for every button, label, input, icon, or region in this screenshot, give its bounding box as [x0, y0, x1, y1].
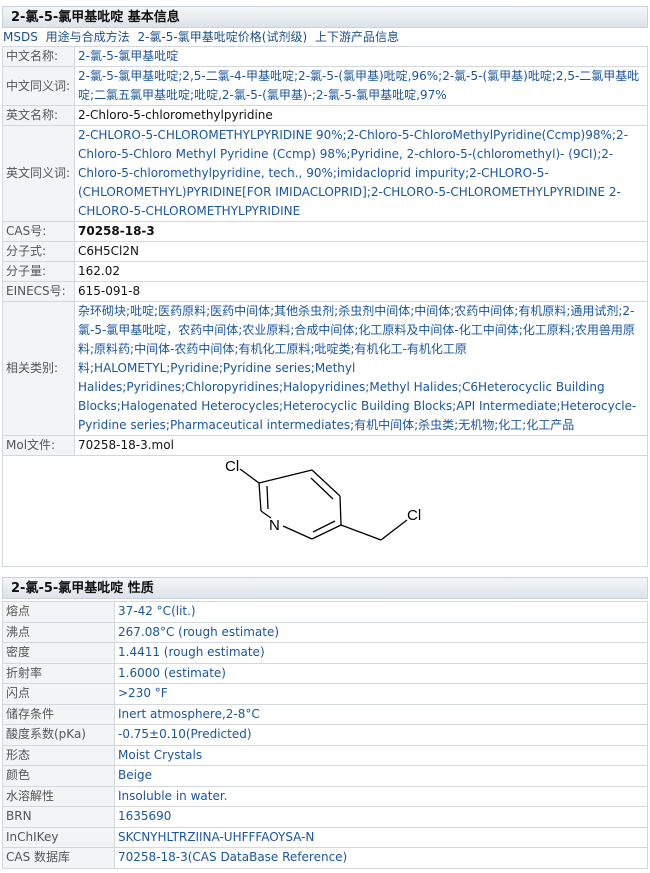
english-synonyms-value: 2-CHLORO-5-CHLOROMETHYLPYRIDINE 90%;2-Ch…: [74, 125, 648, 222]
table-row: BRN 1635690: [2, 806, 648, 828]
row-label: CAS号:: [2, 221, 75, 242]
row-label: 相关类别:: [2, 301, 75, 436]
property-label: 酸度系数(pKa): [2, 724, 115, 746]
table-row: CAS号: 70258-18-3: [2, 221, 648, 242]
table-row: 密度 1.4411 (rough estimate): [2, 642, 648, 664]
property-label: 储存条件: [2, 703, 115, 725]
table-row: 酸度系数(pKa) -0.75±0.10(Predicted): [2, 724, 648, 746]
property-value: 1.4411 (rough estimate): [114, 642, 648, 664]
table-row: EINECS号: 615-091-8: [2, 281, 648, 302]
upstream-downstream-link[interactable]: 上下游产品信息: [315, 30, 399, 44]
table-row: 相关类别: 杂环砌块;吡啶;医药原料;医药中间体;其他杀虫剂;杀虫剂中间体;中间…: [2, 301, 648, 436]
property-label: 折射率: [2, 662, 115, 684]
row-label: 分子量:: [2, 261, 75, 282]
property-value: 1.6000 (estimate): [114, 662, 648, 684]
row-label: Mol文件:: [2, 435, 75, 456]
structure-cell: Cl N Cl: [2, 455, 648, 567]
mol-file-link[interactable]: 70258-18-3.mol: [78, 438, 174, 452]
table-row: 分子式: C6H5Cl2N: [2, 241, 648, 262]
table-row: 形态 Moist Crystals: [2, 744, 648, 766]
property-label: CAS 数据库: [2, 847, 115, 869]
property-label: 形态: [2, 744, 115, 766]
property-value: SKCNYHLTRZIINA-UHFFFAOYSA-N: [114, 826, 648, 848]
row-label: 中文同义词:: [2, 66, 75, 106]
table-row: 中文同义词: 2-氯-5-氯甲基吡啶;2,5-二氯-4-甲基吡啶;2-氯-5-(…: [2, 66, 648, 106]
property-value: Insoluble in water.: [114, 785, 648, 807]
price-link[interactable]: 2-氯-5-氯甲基吡啶价格(试剂级): [138, 30, 308, 44]
einecs-value: 615-091-8: [74, 281, 648, 302]
row-label: EINECS号:: [2, 281, 75, 302]
chinese-name-value: 2-氯-5-氯甲基吡啶: [74, 46, 648, 67]
property-value: 1635690: [114, 806, 648, 828]
property-value: Moist Crystals: [114, 744, 648, 766]
table-row: 英文同义词: 2-CHLORO-5-CHLOROMETHYLPYRIDINE 9…: [2, 125, 648, 222]
molecular-weight-value: 162.02: [74, 261, 648, 282]
related-links: MSDS 用途与合成方法 2-氯-5-氯甲基吡啶价格(试剂级) 上下游产品信息: [0, 29, 650, 45]
property-label: 水溶解性: [2, 785, 115, 807]
property-value: 37-42 °C(lit.): [114, 601, 648, 623]
property-label: 闪点: [2, 683, 115, 705]
msds-link[interactable]: MSDS: [3, 30, 38, 44]
nitrogen-label: N: [269, 517, 280, 534]
table-row: Cl N Cl: [2, 455, 648, 567]
usage-synthesis-link[interactable]: 用途与合成方法: [46, 30, 130, 44]
table-row: Mol文件: 70258-18-3.mol: [2, 435, 648, 456]
chinese-synonyms-value: 2-氯-5-氯甲基吡啶;2,5-二氯-4-甲基吡啶;2-氯-5-(氯甲基)吡啶,…: [74, 66, 648, 106]
row-label: 中文名称:: [2, 46, 75, 67]
property-value: >230 °F: [114, 683, 648, 705]
property-value: Inert atmosphere,2-8°C: [114, 703, 648, 725]
table-row: 折射率 1.6000 (estimate): [2, 662, 648, 684]
table-row: CAS 数据库 70258-18-3(CAS DataBase Reference…: [2, 847, 648, 869]
properties-table: 熔点 37-42 °C(lit.) 沸点 267.08°C (rough estima…: [2, 601, 648, 869]
structure-diagram: Cl N Cl: [225, 458, 421, 541]
property-label: 沸点: [2, 621, 115, 643]
property-label: 熔点: [2, 601, 115, 623]
property-value: 70258-18-3(CAS DataBase Reference): [114, 847, 648, 869]
related-categories-value: 杂环砌块;吡啶;医药原料;医药中间体;其他杀虫剂;杀虫剂中间体;中间体;农药中间…: [74, 301, 648, 436]
cas-number-value: 70258-18-3: [74, 221, 648, 242]
table-row: 熔点 37-42 °C(lit.): [2, 601, 648, 623]
property-label: InChIKey: [2, 826, 115, 848]
table-row: 英文名称: 2-Chloro-5-chloromethylpyridine: [2, 105, 648, 126]
table-row: 沸点 267.08°C (rough estimate): [2, 621, 648, 643]
property-value: 267.08°C (rough estimate): [114, 621, 648, 643]
property-label: BRN: [2, 806, 115, 828]
basic-info-table: 中文名称: 2-氯-5-氯甲基吡啶 中文同义词: 2-氯-5-氯甲基吡啶;2,5…: [2, 46, 648, 567]
property-value: -0.75±0.10(Predicted): [114, 724, 648, 746]
basic-info-header: 2-氯-5-氯甲基吡啶 基本信息: [2, 6, 648, 28]
row-label: 英文同义词:: [2, 125, 75, 222]
properties-header: 2-氯-5-氯甲基吡啶 性质: [2, 577, 648, 599]
chlorine-label-1: Cl: [225, 458, 239, 475]
property-label: 密度: [2, 642, 115, 664]
table-row: 分子量: 162.02: [2, 261, 648, 282]
molecular-formula-value: C6H5Cl2N: [74, 241, 648, 262]
table-row: 颜色 Beige: [2, 765, 648, 787]
table-row: 储存条件 Inert atmosphere,2-8°C: [2, 703, 648, 725]
property-label: 颜色: [2, 765, 115, 787]
table-row: InChIKey SKCNYHLTRZIINA-UHFFFAOYSA-N: [2, 826, 648, 848]
table-row: 中文名称: 2-氯-5-氯甲基吡啶: [2, 46, 648, 67]
property-value: Beige: [114, 765, 648, 787]
table-row: 闪点 >230 °F: [2, 683, 648, 705]
english-name-value: 2-Chloro-5-chloromethylpyridine: [74, 105, 648, 126]
row-label: 英文名称:: [2, 105, 75, 126]
table-row: 水溶解性 Insoluble in water.: [2, 785, 648, 807]
row-label: 分子式:: [2, 241, 75, 262]
chlorine-label-2: Cl: [407, 507, 421, 524]
